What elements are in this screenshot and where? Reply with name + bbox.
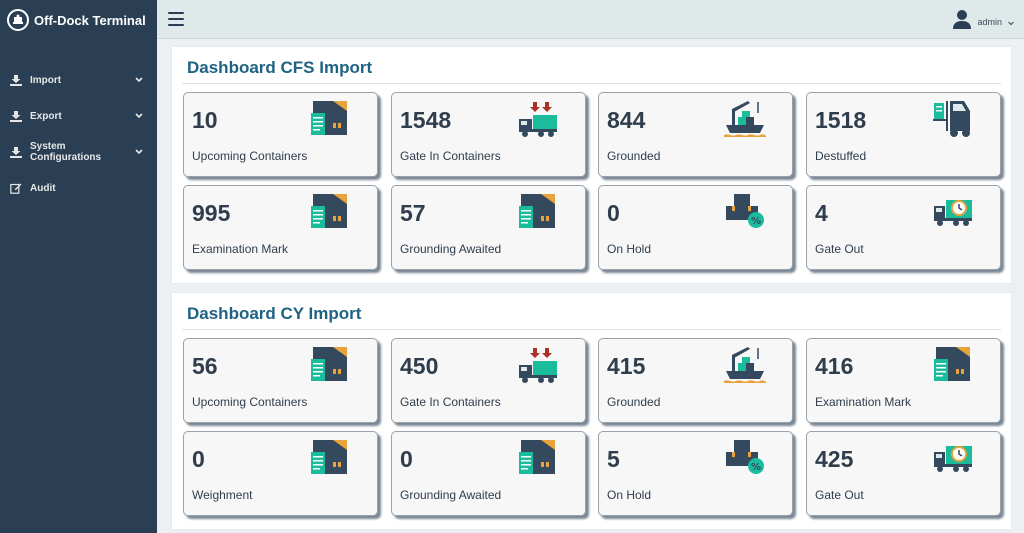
stat-value: 1518: [815, 107, 867, 133]
stat-value: 425: [815, 446, 854, 472]
stat-label: Grounding Awaited: [400, 488, 502, 502]
sidebar-item-import[interactable]: Import: [0, 62, 157, 98]
truck-clock-icon: [934, 446, 972, 472]
sidebar-item-label: Import: [30, 74, 62, 86]
section-title: Dashboard CY Import: [187, 304, 362, 323]
sidebar-item-export[interactable]: Export: [0, 98, 157, 134]
divider: [182, 329, 1001, 330]
stat-tile-weighment[interactable]: 0 Weighment: [183, 431, 378, 516]
stat-tile-examination-mark[interactable]: 416 Examination Mark: [806, 338, 1001, 423]
stat-label: Gate Out: [815, 242, 864, 256]
stat-value: 844: [607, 107, 646, 133]
stat-label: Examination Mark: [815, 395, 912, 409]
stat-tile-upcoming-containers[interactable]: 10 Upcoming Containers: [183, 92, 378, 177]
stat-label: Examination Mark: [192, 242, 289, 256]
stat-label: Gate In Containers: [400, 395, 501, 409]
sidebar-menu: Import Export System Configurations Audi…: [0, 62, 157, 206]
document-box-icon: [311, 440, 347, 474]
ship-crane-icon: [724, 101, 766, 137]
truck-clock-icon: [934, 200, 972, 226]
stat-tile-on-hold[interactable]: 5 On Hold %: [598, 431, 793, 516]
app-title: Off-Dock Terminal: [34, 12, 146, 28]
truck-arrow-icon: [519, 102, 557, 137]
stat-value: 56: [192, 353, 218, 379]
forklift-icon: [933, 101, 970, 137]
document-box-icon: [519, 440, 555, 474]
download-icon: [10, 146, 24, 158]
download-icon: [10, 74, 24, 86]
document-box-icon: [311, 194, 347, 228]
user-avatar-icon: [953, 9, 972, 34]
brand[interactable]: Off-Dock Terminal: [0, 0, 157, 40]
stat-label: Grounding Awaited: [400, 242, 502, 256]
svg-text:%: %: [751, 216, 761, 227]
sidebar-item-label: Export: [30, 110, 62, 122]
stat-value: 0: [192, 446, 205, 472]
stat-label: Upcoming Containers: [192, 149, 308, 163]
boxes-percent-icon: %: [726, 440, 764, 474]
user-name: admin: [977, 16, 1002, 27]
stat-value: 1548: [400, 107, 452, 133]
stat-label: Upcoming Containers: [192, 395, 308, 409]
chevron-down-icon: [135, 149, 143, 155]
stat-value: 5: [607, 446, 620, 472]
stat-tile-grounded[interactable]: 415 Grounded: [598, 338, 793, 423]
truck-arrow-icon: [519, 348, 557, 383]
stat-value: 4: [815, 200, 828, 226]
svg-text:%: %: [751, 462, 761, 473]
sidebar-item-system-configurations[interactable]: System Configurations: [0, 134, 157, 170]
section-title: Dashboard CFS Import: [187, 58, 373, 77]
sidebar: Off-Dock Terminal Import Export System C…: [0, 0, 157, 533]
stat-value: 995: [192, 200, 231, 226]
stat-label: Gate Out: [815, 488, 864, 502]
document-box-icon: [934, 347, 970, 381]
document-box-icon: [311, 101, 347, 135]
stat-tile-destuffed[interactable]: 1518 Destuffed: [806, 92, 1001, 177]
stat-tile-gate-out[interactable]: 4 Gate Out: [806, 185, 1001, 270]
ship-crane-icon: [724, 347, 766, 383]
sidebar-item-audit[interactable]: Audit: [0, 170, 157, 206]
menu-toggle-icon[interactable]: [168, 12, 184, 26]
sidebar-item-label: System Configurations: [30, 141, 102, 163]
top-navbar: admin: [157, 0, 1024, 39]
stat-label: On Hold: [607, 242, 652, 256]
boxes-percent-icon: %: [726, 194, 764, 228]
stat-tile-gate-in-containers[interactable]: 450 Gate In Containers: [391, 338, 586, 423]
section-cy-import: Dashboard CY Import 56 Upcoming Containe…: [171, 292, 1012, 530]
document-box-icon: [519, 194, 555, 228]
stat-value: 0: [400, 446, 413, 472]
stat-label: Weighment: [192, 488, 253, 502]
document-box-icon: [311, 347, 347, 381]
stat-tile-grounding-awaited[interactable]: 0 Grounding Awaited: [391, 431, 586, 516]
stat-value: 0: [607, 200, 620, 226]
divider: [182, 83, 1001, 84]
download-icon: [10, 110, 24, 122]
chevron-down-icon: [135, 77, 143, 83]
stat-tile-grounded[interactable]: 844 Grounded: [598, 92, 793, 177]
stat-label: Gate In Containers: [400, 149, 501, 163]
stat-tile-grounding-awaited[interactable]: 57 Grounding Awaited: [391, 185, 586, 270]
stat-label: Destuffed: [815, 149, 867, 163]
edit-icon: [10, 182, 24, 194]
stat-tile-upcoming-containers[interactable]: 56 Upcoming Containers: [183, 338, 378, 423]
stat-tile-examination-mark[interactable]: 995 Examination Mark: [183, 185, 378, 270]
stat-value: 10: [192, 107, 218, 133]
stat-value: 57: [400, 200, 426, 226]
stat-tile-gate-in-containers[interactable]: 1548 Gate In Containers: [391, 92, 586, 177]
stat-label: Grounded: [607, 395, 661, 409]
terminal-logo-icon: [7, 9, 29, 31]
sidebar-item-label: Audit: [30, 182, 56, 194]
stat-value: 450: [400, 353, 439, 379]
chevron-down-icon: [1008, 13, 1014, 31]
stat-label: Grounded: [607, 149, 661, 163]
stat-label: On Hold: [607, 488, 652, 502]
chevron-down-icon: [135, 113, 143, 119]
section-cfs-import: Dashboard CFS Import 10 Upcoming Contain…: [171, 46, 1012, 284]
stat-value: 415: [607, 353, 646, 379]
user-menu[interactable]: admin: [953, 9, 1014, 34]
stat-tile-gate-out[interactable]: 425 Gate Out: [806, 431, 1001, 516]
stat-tile-on-hold[interactable]: 0 On Hold %: [598, 185, 793, 270]
stat-value: 416: [815, 353, 854, 379]
